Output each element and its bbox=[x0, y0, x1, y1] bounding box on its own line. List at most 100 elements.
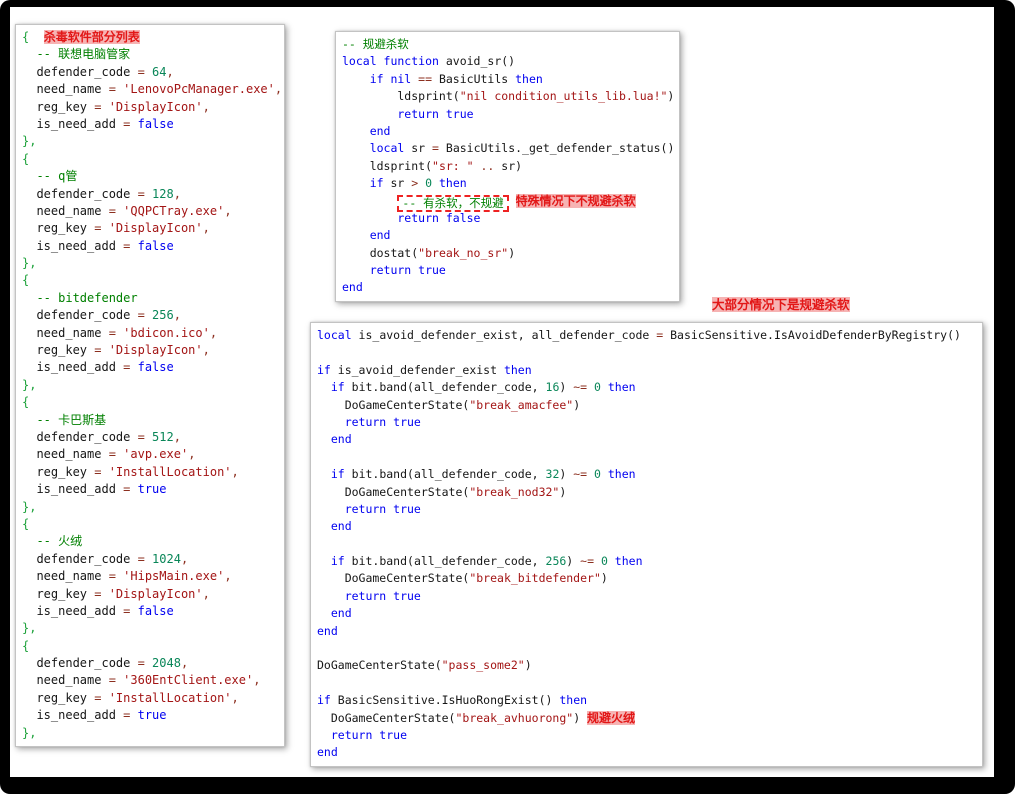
code-line: DoGameCenterState("break_amacfee") bbox=[317, 397, 976, 414]
code-line: need_name = 'QQPCTray.exe', bbox=[22, 203, 278, 220]
code-line: -- 火绒 bbox=[22, 533, 278, 550]
code-token: BasicSensitive.IsAvoidDefenderByRegistry… bbox=[670, 328, 961, 342]
code-token: reg_key bbox=[22, 464, 95, 479]
code-token: return true bbox=[342, 106, 474, 121]
code-line: end bbox=[317, 431, 976, 448]
code-token: defender_code bbox=[22, 64, 138, 79]
code-token: defender_code bbox=[22, 308, 138, 323]
code-token: end bbox=[317, 432, 352, 447]
code-line: if BasicSensitive.IsHuoRongExist() then bbox=[317, 692, 976, 709]
code-token: DoGameCenterState( bbox=[317, 397, 470, 412]
code-line: DoGameCenterState("pass_some2") bbox=[317, 657, 976, 674]
code-token: .. bbox=[473, 158, 502, 173]
code-token: 2048 bbox=[152, 656, 181, 671]
code-line: reg_key = 'InstallLocation', bbox=[22, 690, 278, 707]
code-token: if bbox=[330, 554, 352, 569]
code-line: }, bbox=[22, 620, 278, 637]
code-token: local bbox=[342, 141, 412, 156]
code-line: if sr > 0 then bbox=[342, 175, 673, 192]
code-token: then bbox=[515, 71, 543, 86]
code-line: DoGameCenterState("break_bitdefender") bbox=[317, 570, 976, 587]
code-token: return true bbox=[317, 501, 421, 516]
code-token: true bbox=[137, 708, 167, 723]
red-highlight-annotation: 规避火绒 bbox=[587, 710, 636, 725]
code-token: if nil bbox=[342, 71, 419, 86]
code-token: 'DisplayIcon' bbox=[108, 586, 203, 601]
code-token: 128 bbox=[152, 186, 174, 201]
code-token: = bbox=[94, 221, 109, 236]
code-token: , bbox=[173, 308, 181, 323]
code-token: = bbox=[94, 464, 109, 479]
code-line: -- 有杀软，不规避 特殊情况下不规避杀软 bbox=[342, 193, 673, 212]
code-token: ldsprint( bbox=[342, 158, 433, 173]
code-line: { bbox=[22, 151, 278, 168]
code-line: defender_code = 1024, bbox=[22, 551, 278, 568]
code-token: , bbox=[173, 186, 181, 201]
code-token: 'LenovoPcManager.exe' bbox=[123, 82, 275, 97]
code-token: ) bbox=[566, 554, 581, 569]
code-token: DoGameCenterState( bbox=[317, 484, 470, 499]
code-line: if bit.band(all_defender_code, 256) ~= 0… bbox=[317, 553, 976, 570]
code-line: DoGameCenterState("break_avhuorong") 规避火… bbox=[317, 710, 976, 727]
code-token: = bbox=[94, 99, 109, 114]
code-token: 'HipsMain.exe' bbox=[123, 569, 225, 584]
dashed-red-box-annotation: -- 有杀软，不规避 bbox=[397, 194, 509, 212]
code-token: -- 联想电脑管家 bbox=[22, 47, 131, 62]
code-token: false bbox=[137, 603, 174, 618]
code-line: reg_key = 'DisplayIcon', bbox=[22, 586, 278, 603]
code-token: = bbox=[656, 328, 671, 342]
code-line: { bbox=[22, 394, 278, 411]
code-token: true bbox=[137, 482, 167, 497]
code-token: }, bbox=[22, 377, 37, 392]
code-token: "break_avhuorong" bbox=[455, 710, 574, 725]
code-token: false bbox=[137, 238, 174, 253]
code-line: reg_key = 'DisplayIcon', bbox=[22, 99, 278, 116]
code-token: is_need_add bbox=[22, 603, 124, 618]
code-token: = bbox=[123, 603, 138, 618]
code-token: BasicUtils._get_defender_status() bbox=[445, 141, 675, 156]
code-token: ~= bbox=[573, 380, 595, 395]
code-token: end bbox=[317, 519, 352, 534]
code-token: return true bbox=[317, 414, 421, 429]
code-token: '360EntClient.exe' bbox=[123, 673, 254, 688]
registry-avoid-code-panel: local is_avoid_defender_exist, all_defen… bbox=[310, 322, 983, 767]
code-line: need_name = 'avp.exe', bbox=[22, 446, 278, 463]
code-token: 1024 bbox=[152, 551, 181, 566]
code-token: 0 bbox=[425, 176, 439, 191]
code-token: false bbox=[137, 116, 174, 131]
code-token: ) bbox=[600, 571, 608, 586]
code-token: defender_code bbox=[22, 186, 138, 201]
code-token: then bbox=[503, 362, 532, 377]
code-line: end bbox=[342, 123, 673, 140]
code-token: if bbox=[317, 693, 338, 708]
code-line: }, bbox=[22, 133, 278, 150]
code-token: DoGameCenterState( bbox=[317, 710, 456, 725]
code-token: { bbox=[22, 395, 30, 410]
code-token: , bbox=[209, 325, 218, 340]
code-token: is_need_add bbox=[22, 708, 124, 723]
code-token: = bbox=[123, 116, 138, 131]
code-token: , bbox=[231, 690, 239, 705]
code-token: 256 bbox=[545, 554, 567, 569]
code-token: end bbox=[317, 623, 338, 638]
code-token: BasicUtils bbox=[432, 71, 516, 86]
code-token: if bbox=[330, 380, 352, 395]
code-token: , bbox=[180, 551, 189, 566]
code-token: , bbox=[180, 656, 189, 671]
code-token: 'DisplayIcon' bbox=[108, 343, 203, 358]
code-token: , bbox=[202, 343, 210, 358]
code-line: end bbox=[317, 744, 976, 761]
code-line: -- 卡巴斯基 bbox=[22, 412, 278, 429]
code-token: "break_bitdefender" bbox=[469, 571, 601, 586]
code-token: -- q管 bbox=[22, 169, 78, 184]
code-token: reg_key bbox=[22, 690, 95, 705]
code-token: ) bbox=[508, 245, 516, 260]
code-line: end bbox=[317, 623, 976, 640]
